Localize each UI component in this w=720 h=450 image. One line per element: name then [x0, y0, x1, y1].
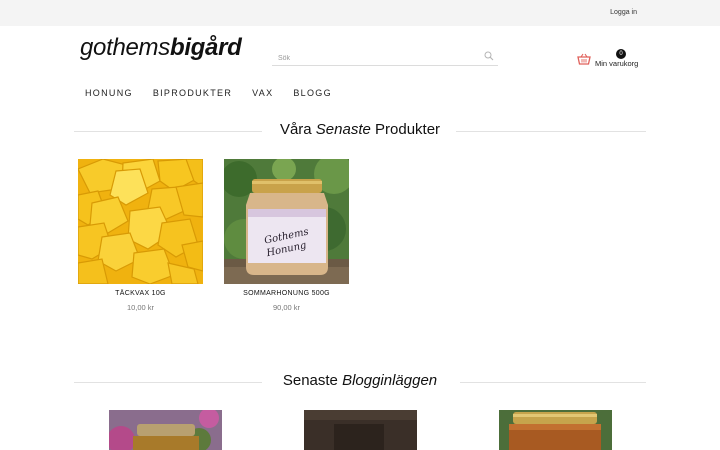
products-section-heading: Våra Senaste Produkter	[74, 121, 646, 141]
blog-post-thumbnail[interactable]	[499, 410, 612, 450]
products-title-italic: Senaste	[315, 121, 371, 138]
cart-count-badge: 0	[616, 49, 626, 59]
blog-image-dark	[304, 410, 417, 450]
product-image-beeswax[interactable]	[78, 159, 203, 284]
products-section-title: Våra Senaste Produkter	[74, 121, 646, 138]
blog-image-jar-flowers	[109, 410, 222, 450]
beeswax-cubes-image	[78, 159, 203, 284]
main-nav: HONUNG BIPRODUKTER VAX BLOGG	[85, 88, 352, 98]
products-title-pre: Våra	[279, 121, 316, 138]
nav-item-blogg[interactable]: BLOGG	[293, 88, 332, 98]
cart-label: Min varukorg	[595, 59, 639, 68]
products-title-post: Produkter	[370, 121, 441, 138]
cart-widget[interactable]: 0 Min varukorg	[577, 49, 641, 71]
honey-jar-image: Gothems Honung	[224, 159, 349, 284]
top-bar: Logga in	[0, 0, 720, 26]
blog-section-heading: Senaste Blogginläggen	[74, 372, 646, 392]
blog-image-honey-jar	[499, 410, 612, 450]
blog-title-italic: Blogginläggen	[342, 372, 438, 389]
nav-item-honung[interactable]: HONUNG	[85, 88, 133, 98]
nav-item-biprodukter[interactable]: BIPRODUKTER	[153, 88, 232, 98]
product-name[interactable]: SOMMARHONUNG 500G	[224, 290, 349, 297]
search-input[interactable]	[272, 49, 472, 68]
blog-title-pre: Senaste	[282, 372, 343, 389]
product-price: 10,00 kr	[126, 303, 155, 312]
product-image-honey-jar[interactable]: Gothems Honung	[224, 159, 349, 284]
product-price: 90,00 kr	[272, 303, 301, 312]
product-name[interactable]: TÄCKVAX 10G	[78, 290, 203, 297]
logo-text-bold: bigård	[169, 34, 242, 61]
site-logo[interactable]: gothemsbigård	[80, 34, 242, 62]
basket-icon	[577, 53, 591, 65]
blog-section-title: Senaste Blogginläggen	[74, 372, 646, 389]
search-bar	[272, 47, 498, 68]
product-card[interactable]: Gothems Honung SOMMARHONUNG 500G 90,00 k…	[224, 159, 349, 312]
search-icon[interactable]	[484, 51, 494, 61]
blog-post-thumbnail[interactable]	[109, 410, 222, 450]
logo-text-light: gothems	[80, 34, 170, 61]
nav-item-vax[interactable]: VAX	[252, 88, 273, 98]
blog-post-thumbnail[interactable]	[304, 410, 417, 450]
product-card[interactable]: TÄCKVAX 10G 10,00 kr	[78, 159, 203, 312]
login-link[interactable]: Logga in	[610, 9, 637, 16]
